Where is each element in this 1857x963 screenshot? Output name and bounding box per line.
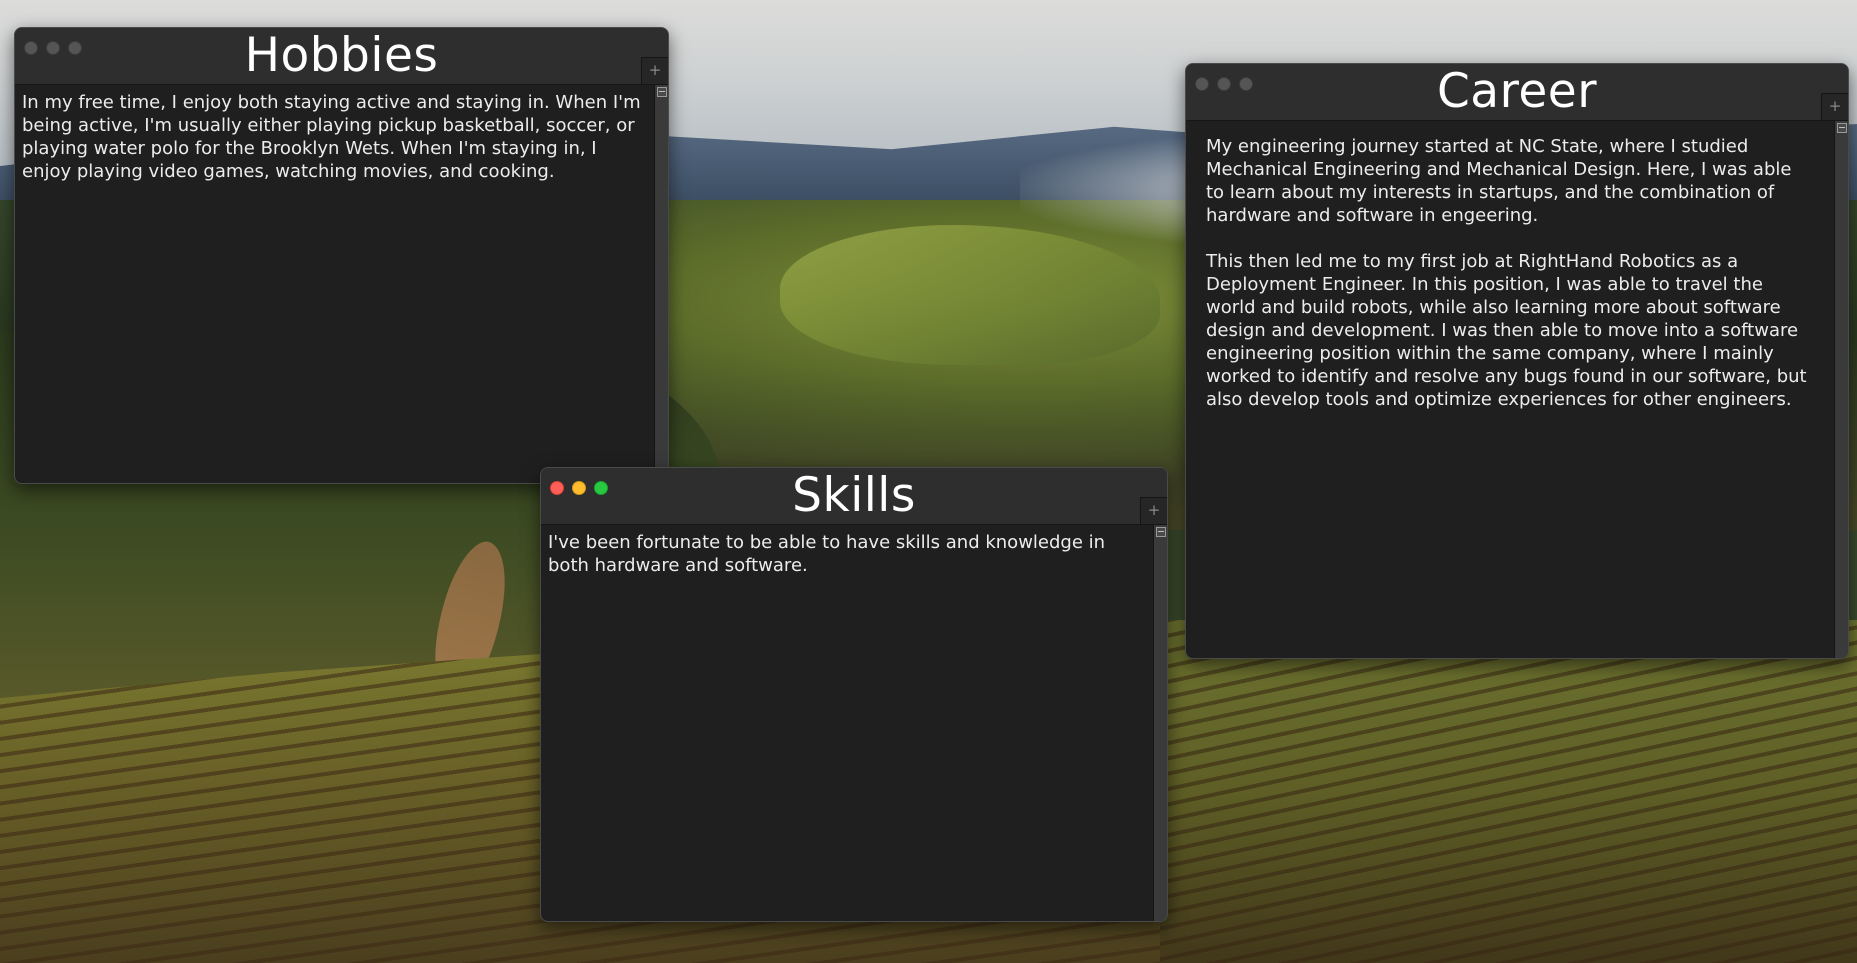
content-paragraph: In my free time, I enjoy both staying ac… <box>22 92 641 182</box>
window-content: My engineering journey started at NC Sta… <box>1186 121 1834 658</box>
hobbies-window[interactable]: Hobbies + In my free time, I enjoy both … <box>14 27 669 484</box>
new-tab-button[interactable]: + <box>641 57 668 84</box>
wallpaper-vineyard-right <box>1160 620 1857 963</box>
skills-window[interactable]: Skills + I've been fortunate to be able … <box>540 467 1168 922</box>
scroll-up-icon[interactable] <box>1156 527 1166 537</box>
career-titlebar[interactable]: Career + <box>1186 64 1848 121</box>
vertical-scrollbar[interactable] <box>1153 525 1167 921</box>
new-tab-button[interactable]: + <box>1821 93 1848 120</box>
window-content: I've been fortunate to be able to have s… <box>541 525 1153 921</box>
scroll-up-icon[interactable] <box>657 87 667 97</box>
vertical-scrollbar[interactable] <box>1834 121 1848 658</box>
window-title: Skills <box>792 468 916 523</box>
new-tab-button[interactable]: + <box>1140 497 1167 524</box>
content-paragraph: My engineering journey started at NC Sta… <box>1206 136 1792 226</box>
window-title: Hobbies <box>244 28 439 83</box>
career-window[interactable]: Career + My engineering journey started … <box>1185 63 1849 659</box>
scroll-up-icon[interactable] <box>1837 123 1847 133</box>
hobbies-titlebar[interactable]: Hobbies + <box>15 28 668 85</box>
content-paragraph: I've been fortunate to be able to have s… <box>548 532 1106 576</box>
window-content: In my free time, I enjoy both staying ac… <box>15 85 654 483</box>
vertical-scrollbar[interactable] <box>654 85 668 483</box>
skills-titlebar[interactable]: Skills + <box>541 468 1167 525</box>
content-paragraph: This then led me to my first job at Righ… <box>1206 251 1807 410</box>
window-title: Career <box>1436 64 1598 119</box>
